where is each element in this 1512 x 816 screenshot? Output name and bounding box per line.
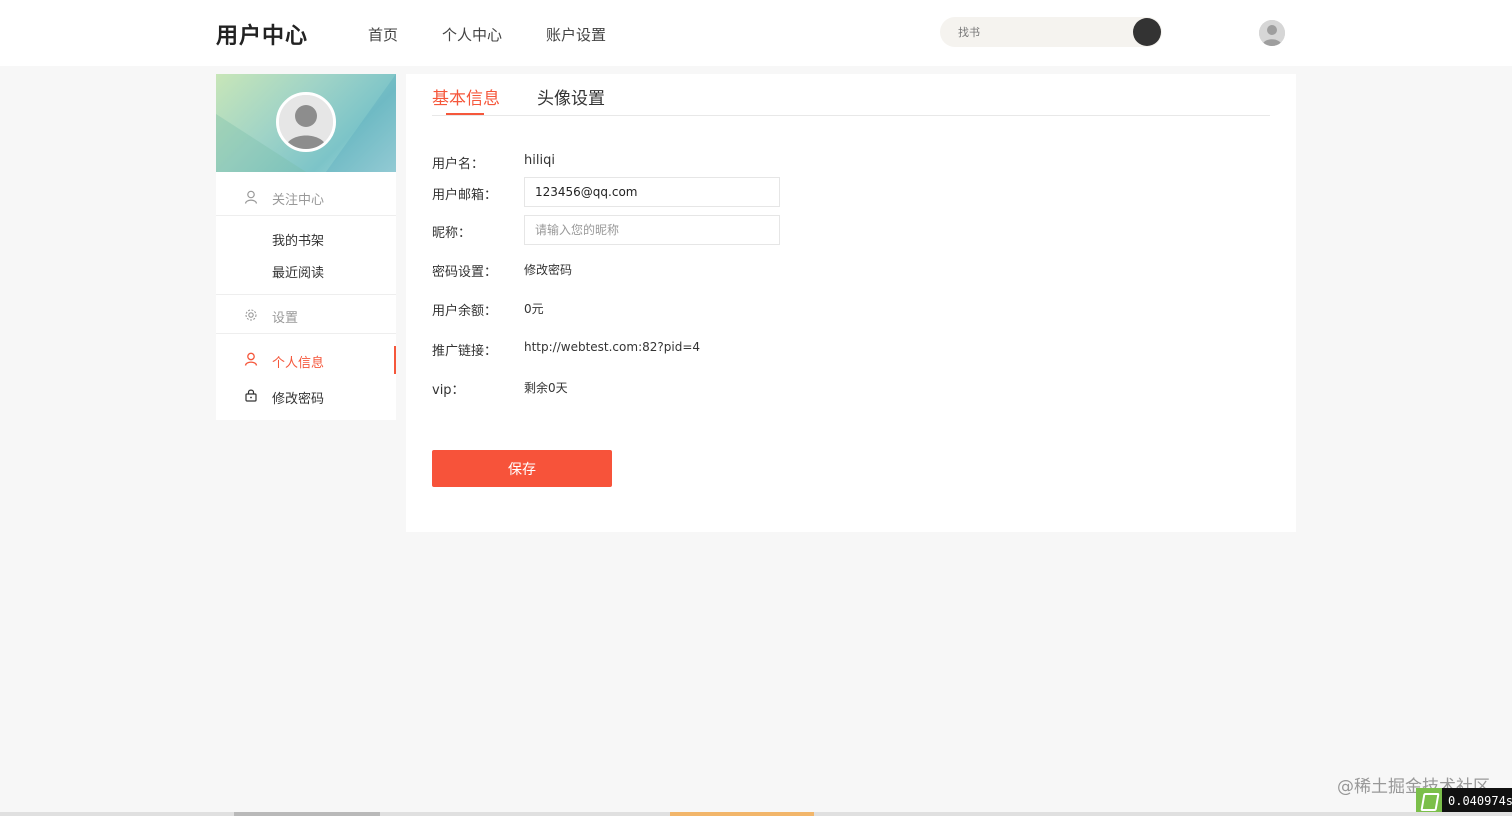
timer-logo-icon xyxy=(1416,788,1442,814)
sidebar-item-personal-info-label: 个人信息 xyxy=(272,356,325,371)
main-panel: 基本信息 头像设置 用户名： hiliqi 用户邮箱： 昵称： 密码设置： 修改… xyxy=(406,74,1296,532)
banner-decoration xyxy=(326,74,396,172)
nav-account-settings-link[interactable]: 账户设置 xyxy=(546,24,606,45)
top-header: 用户中心 首页 个人中心 账户设置 xyxy=(0,0,1512,66)
sidebar-item-change-password[interactable]: 修改密码 xyxy=(216,382,396,410)
nickname-field[interactable] xyxy=(524,215,780,245)
user-avatar-icon xyxy=(1259,20,1285,46)
promo-link-label: 推广链接： xyxy=(432,344,498,359)
username-row: 用户名： hiliqi xyxy=(432,146,1232,176)
user-icon xyxy=(244,190,258,204)
sidebar-section-settings: 设置 xyxy=(216,296,396,334)
lock-icon xyxy=(245,389,257,402)
user-avatar[interactable] xyxy=(1259,20,1285,46)
sidebar-item-change-password-label: 修改密码 xyxy=(272,392,325,407)
vip-label: vip： xyxy=(432,383,465,398)
nav-personal-center-link[interactable]: 个人中心 xyxy=(442,24,502,45)
top-nav: 首页 个人中心 账户设置 xyxy=(368,24,650,45)
sidebar-item-recent-reading[interactable]: 最近阅读 xyxy=(272,262,324,281)
profile-avatar[interactable] xyxy=(276,92,336,152)
nickname-label: 昵称： xyxy=(432,226,472,241)
nav-home-link[interactable]: 首页 xyxy=(368,24,398,45)
email-label: 用户邮箱： xyxy=(432,188,498,203)
brand-title: 用户中心 xyxy=(216,24,309,49)
tab-basic-info[interactable]: 基本信息 xyxy=(432,84,500,109)
vip-value: 剩余0天 xyxy=(524,381,568,395)
password-label: 密码设置： xyxy=(432,265,498,280)
sidebar-section-follow: 关注中心 xyxy=(216,178,396,216)
tab-avatar-settings[interactable]: 头像设置 xyxy=(537,84,605,109)
sidebar: 关注中心 我的书架 最近阅读 设置 个人信息 修改密码 xyxy=(216,74,396,420)
active-indicator xyxy=(394,346,396,374)
sidebar-section-follow-label: 关注中心 xyxy=(272,193,325,208)
tab-bar: 基本信息 头像设置 xyxy=(432,74,1270,116)
promo-link-value: http://webtest.com:82?pid=4 xyxy=(524,340,701,354)
search-box xyxy=(940,17,1162,47)
username-label: 用户名： xyxy=(432,157,485,172)
sidebar-item-bookshelf[interactable]: 我的书架 xyxy=(272,230,324,249)
sidebar-divider xyxy=(216,294,396,295)
balance-value: 0元 xyxy=(524,302,544,316)
search-input[interactable] xyxy=(958,23,1118,41)
save-button[interactable]: 保存 xyxy=(432,450,612,487)
profile-avatar-icon xyxy=(279,95,333,149)
timer-value: 0.040974s xyxy=(1448,794,1512,808)
sidebar-section-settings-label: 设置 xyxy=(272,311,299,326)
tab-active-underline xyxy=(446,113,484,115)
scrollbar-segment xyxy=(670,812,814,816)
user-icon xyxy=(244,352,258,366)
password-row: 密码设置： 修改密码 xyxy=(432,254,1232,284)
username-value: hiliqi xyxy=(524,153,555,168)
vip-row: vip： 剩余0天 xyxy=(432,372,1232,402)
horizontal-scrollbar[interactable] xyxy=(0,812,1512,816)
email-row: 用户邮箱： xyxy=(432,177,1232,207)
promo-link-row: 推广链接： http://webtest.com:82?pid=4 xyxy=(432,333,1232,363)
search-button[interactable] xyxy=(1133,18,1161,46)
email-field[interactable] xyxy=(524,177,780,207)
gear-icon xyxy=(245,309,257,321)
change-password-link[interactable]: 修改密码 xyxy=(524,261,572,278)
nickname-row: 昵称： xyxy=(432,215,1232,245)
sidebar-item-personal-info[interactable]: 个人信息 xyxy=(216,346,396,374)
timer-badge: 0.040974s xyxy=(1416,788,1512,814)
balance-label: 用户余额： xyxy=(432,304,498,319)
scrollbar-segment xyxy=(234,812,380,816)
balance-row: 用户余额： 0元 xyxy=(432,293,1232,323)
profile-banner xyxy=(216,74,396,172)
